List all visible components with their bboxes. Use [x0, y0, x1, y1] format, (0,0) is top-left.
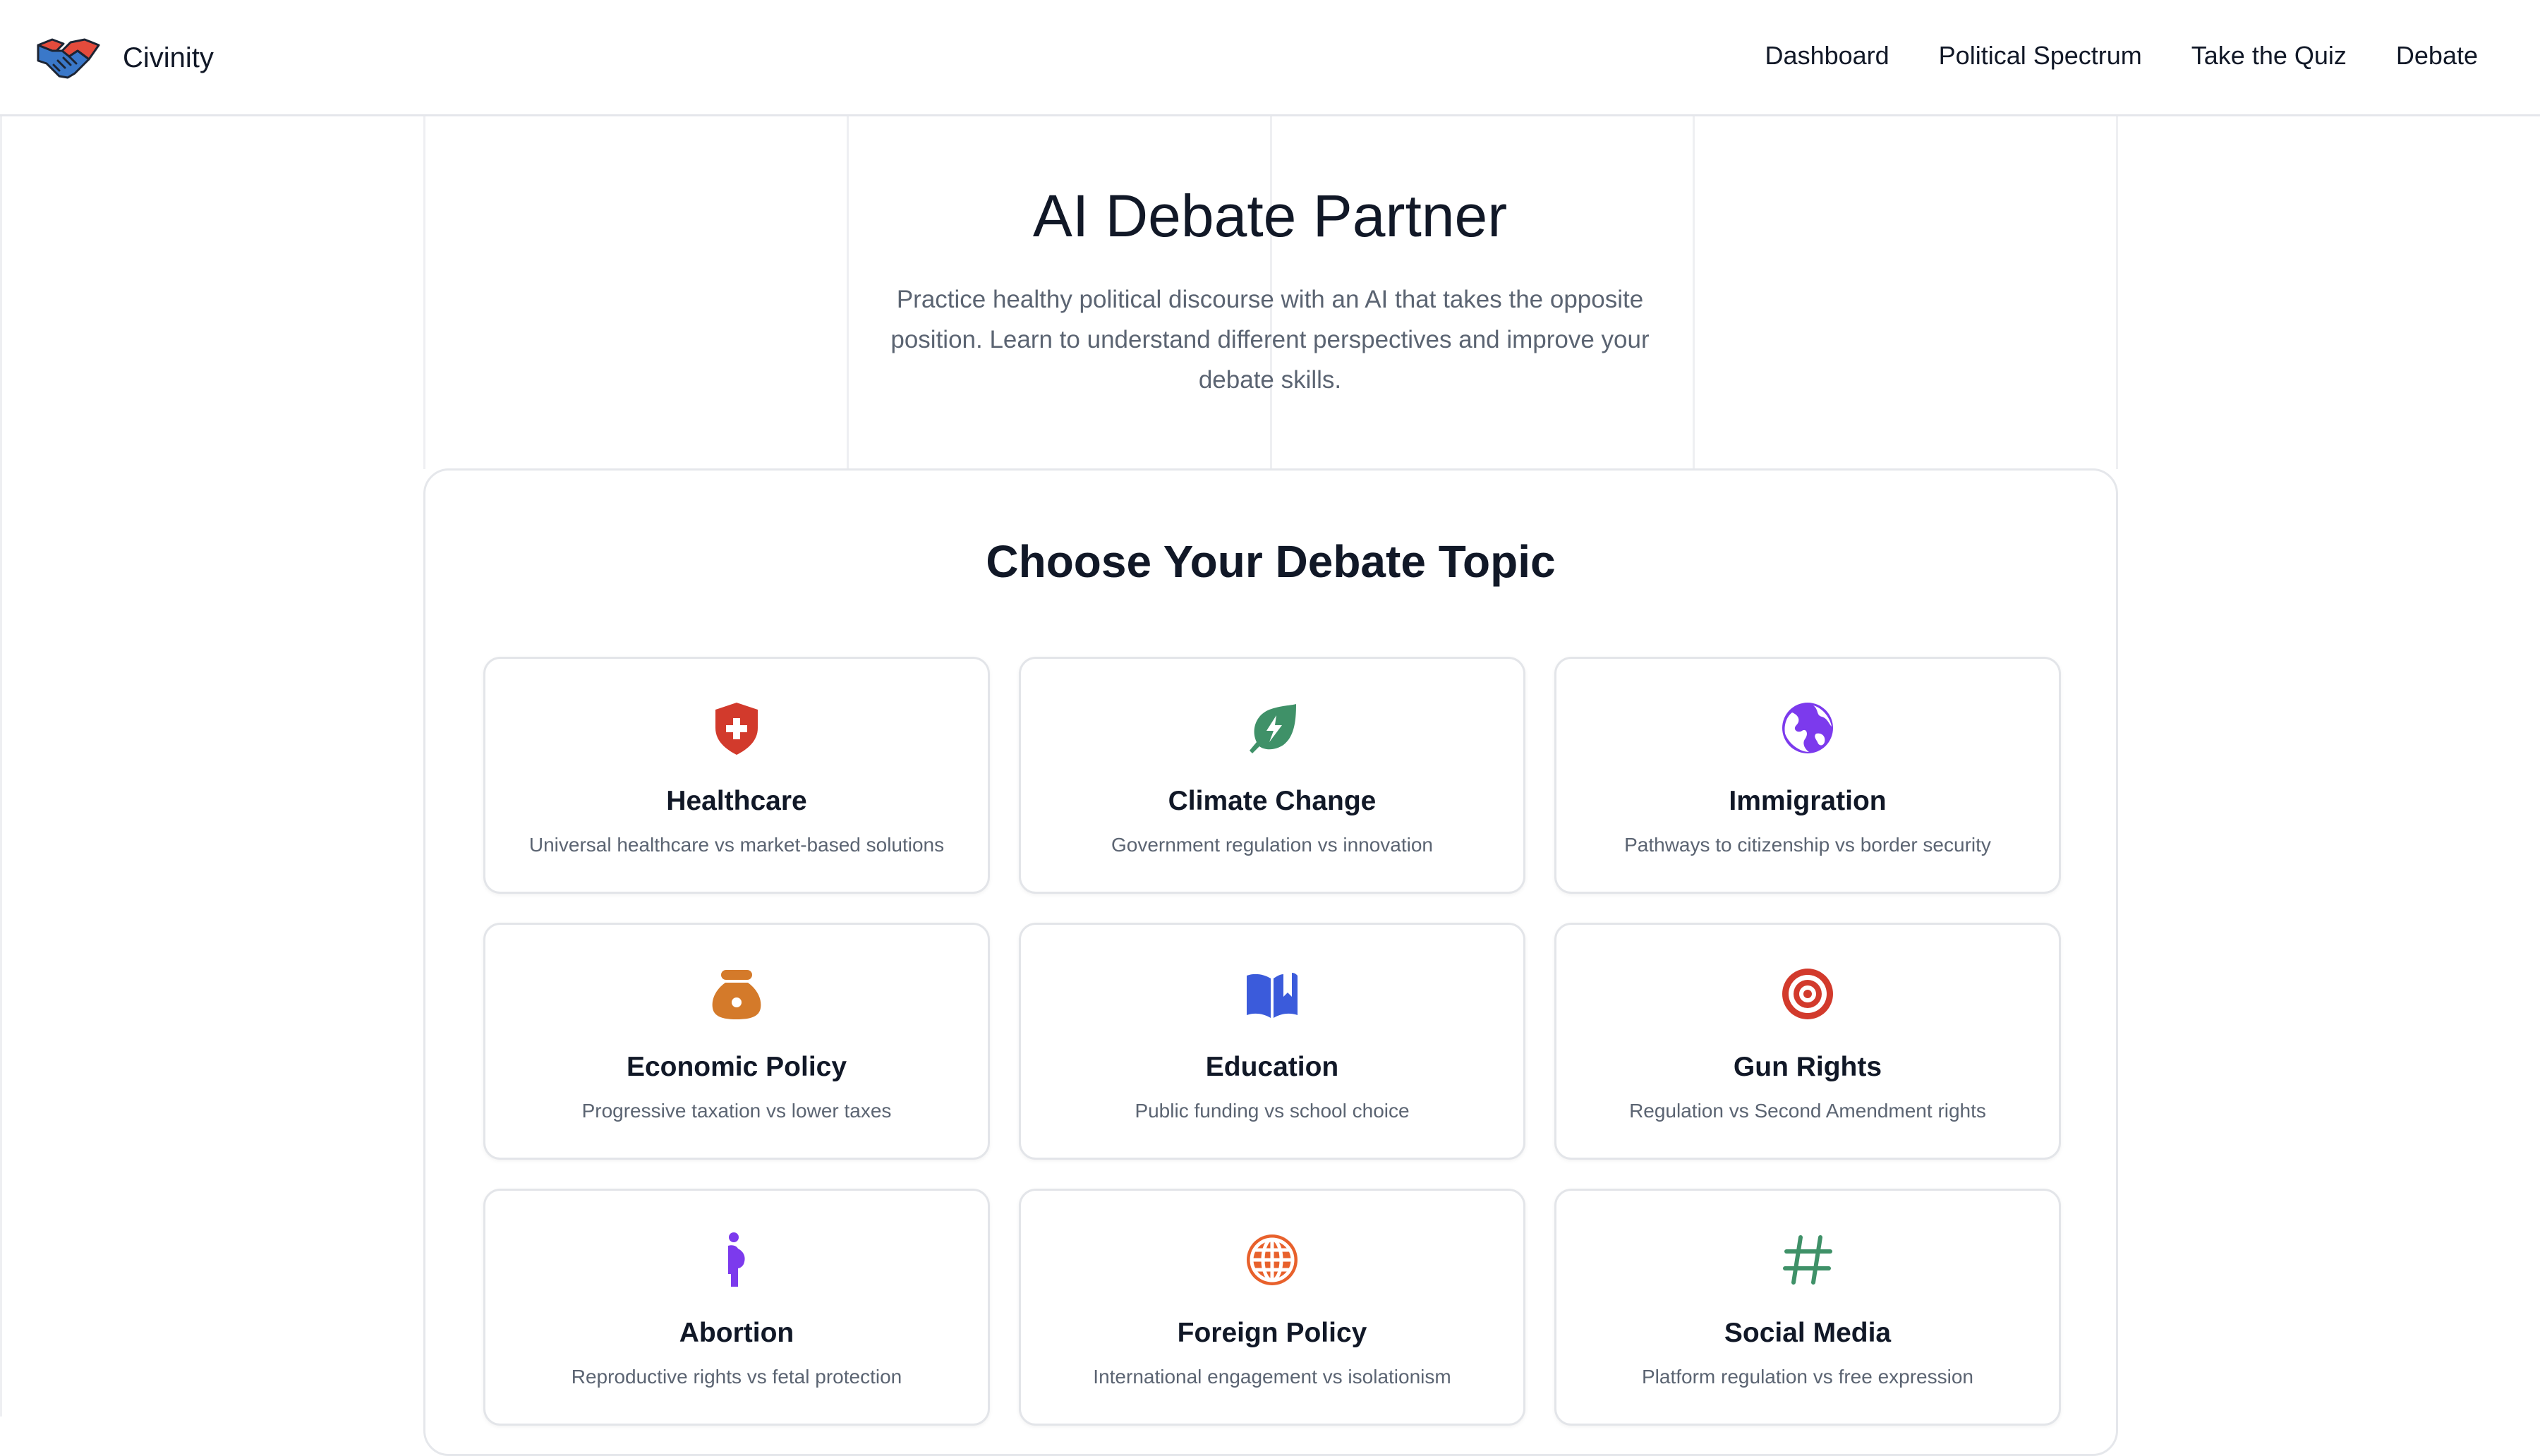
- open-book-icon: [1021, 966, 1523, 1022]
- world-grid-icon: [1021, 1232, 1523, 1288]
- target-icon: [1556, 966, 2059, 1022]
- topic-description: Reproductive rights vs fetal protection: [571, 1366, 902, 1388]
- topic-card-immigration[interactable]: Immigration Pathways to citizenship vs b…: [1554, 657, 2061, 894]
- topic-card-abortion[interactable]: Abortion Reproductive rights vs fetal pr…: [483, 1189, 990, 1426]
- topic-description: Government regulation vs innovation: [1111, 834, 1434, 856]
- topic-description: Progressive taxation vs lower taxes: [581, 1100, 892, 1122]
- topic-card-social-media[interactable]: Social Media Platform regulation vs free…: [1554, 1189, 2061, 1426]
- leaf-bolt-icon: [1021, 700, 1523, 756]
- topic-description: Universal healthcare vs market-based sol…: [528, 834, 945, 856]
- topic-title: Immigration: [1729, 786, 1887, 816]
- nav-dashboard[interactable]: Dashboard: [1765, 41, 1889, 71]
- nav-debate[interactable]: Debate: [2396, 41, 2478, 71]
- shield-plus-icon: [485, 700, 988, 756]
- topic-card-climate-change[interactable]: Climate Change Government regulation vs …: [1019, 657, 1525, 894]
- page-title: AI Debate Partner: [1032, 183, 1508, 249]
- brand-name: Civinity: [123, 42, 214, 73]
- grid-line: [847, 116, 849, 469]
- topic-title: Economic Policy: [626, 1052, 847, 1082]
- topic-title: Abortion: [679, 1318, 794, 1348]
- hashtag-icon: [1556, 1232, 2059, 1288]
- topic-card-education[interactable]: Education Public funding vs school choic…: [1019, 923, 1525, 1160]
- brand[interactable]: Civinity: [35, 35, 214, 80]
- handshake-icon: [37, 38, 100, 79]
- topic-description: Regulation vs Second Amendment rights: [1629, 1100, 1986, 1122]
- topic-card-foreign-policy[interactable]: Foreign Policy International engagement …: [1019, 1189, 1525, 1426]
- grid-line: [423, 116, 425, 469]
- topic-title: Climate Change: [1168, 786, 1377, 816]
- nav-political-spectrum[interactable]: Political Spectrum: [1939, 41, 2142, 71]
- pregnant-person-icon: [485, 1232, 988, 1288]
- nav-take-the-quiz[interactable]: Take the Quiz: [2191, 41, 2347, 71]
- topic-description: Platform regulation vs free expression: [1642, 1366, 1973, 1388]
- topic-description: Pathways to citizenship vs border securi…: [1624, 834, 1991, 856]
- globe-icon: [1556, 700, 2059, 756]
- panel-title: Choose Your Debate Topic: [986, 536, 1556, 587]
- topic-title: Education: [1205, 1052, 1339, 1082]
- main-nav: Dashboard Political Spectrum Take the Qu…: [1716, 41, 2478, 71]
- money-bag-icon: [485, 966, 988, 1022]
- topic-description: International engagement vs isolationism: [1093, 1366, 1451, 1388]
- page-description: Practice healthy political discourse wit…: [890, 286, 1650, 394]
- page-left-border: [0, 116, 2, 1416]
- grid-line: [1693, 116, 1695, 469]
- topic-card-gun-rights[interactable]: Gun Rights Regulation vs Second Amendmen…: [1554, 923, 2061, 1160]
- grid-line: [2116, 116, 2118, 469]
- topic-card-economic-policy[interactable]: Economic Policy Progressive taxation vs …: [483, 923, 990, 1160]
- debate-topic-panel: Choose Your Debate Topic Healthcare Univ…: [423, 468, 2118, 1456]
- topic-title: Healthcare: [666, 786, 807, 816]
- topic-title: Gun Rights: [1733, 1052, 1882, 1082]
- topic-description: Public funding vs school choice: [1135, 1100, 1410, 1122]
- top-navbar: Civinity Dashboard Political Spectrum Ta…: [0, 0, 2540, 116]
- topic-title: Social Media: [1724, 1318, 1892, 1348]
- topic-title: Foreign Policy: [1177, 1318, 1367, 1348]
- topic-card-healthcare[interactable]: Healthcare Universal healthcare vs marke…: [483, 657, 990, 894]
